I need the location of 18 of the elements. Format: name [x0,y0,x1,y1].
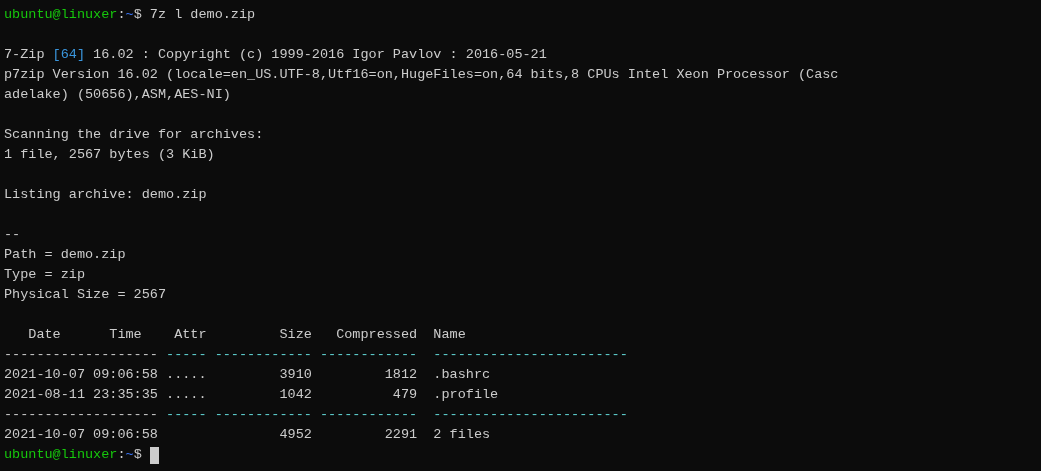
terminal-line: ------------------- ----- ------------ ------------ ------------------------ [4,346,628,364]
terminal-line: 2021-08-11 23:35:35 ..... 1042 479 .profile [4,386,499,404]
terminal-line: adelake) (50656),ASM,AES-NI) [4,86,231,104]
terminal-line: Listing archive: demo.zip [4,186,207,204]
terminal-line: p7zip Version 16.02 (locale=en_US.UTF-8,Utf16=on,HugeFiles=on,64 bits,8 CPUs Intel Xeon Processor (Casc [4,66,839,84]
terminal-line: ubuntu@linuxer:~$ [4,446,143,464]
terminal-line: 7-Zip [64] 16.02 : Copyright (c) 1999-2016 Igor Pavlov : 2016-05-21 [4,46,547,64]
terminal-line: 2021-10-07 09:06:58 ..... 3910 1812 .bashrc [4,366,491,384]
terminal-line: ------------------- ----- ------------ ------------ ------------------------ [4,406,628,424]
terminal-line: Path = demo.zip [4,246,126,264]
terminal-line: Type = zip [4,266,85,284]
terminal-line: ubuntu@linuxer:~$ 7z l demo.zip [4,6,256,24]
terminal-line: 1 file, 2567 bytes (3 KiB) [4,146,215,164]
terminal-line: Date Time Attr Size Compressed Name [27,326,466,344]
terminal-line: Scanning the drive for archives: [4,126,264,144]
terminal-line: Physical Size = 2567 [4,286,167,304]
terminal-line: -- [4,226,21,244]
terminal-line: 2021-10-07 09:06:58 4952 2291 2 files [4,426,491,444]
